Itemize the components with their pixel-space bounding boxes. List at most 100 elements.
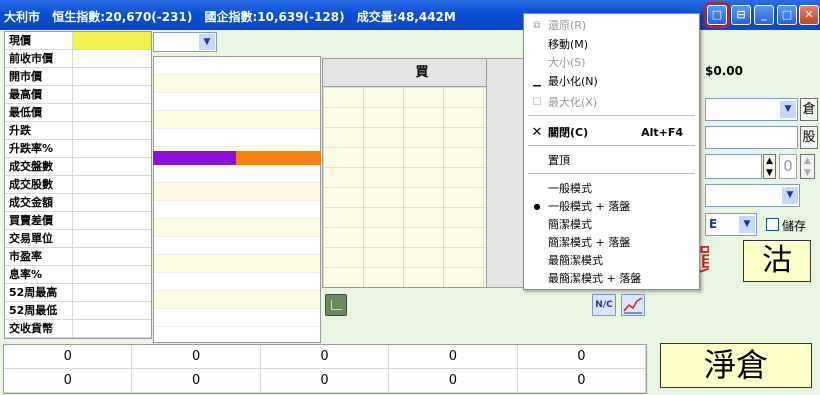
quote-value xyxy=(73,230,151,247)
menu-item-mode-simplest-book[interactable]: 最簡潔模式 + 落盤 xyxy=(524,270,699,288)
list-item xyxy=(154,255,320,273)
menu-item-mode-simple[interactable]: 簡潔模式 xyxy=(524,216,699,234)
menu-separator xyxy=(528,173,695,174)
quote-row: 52周最高 xyxy=(5,284,151,302)
chart-icon[interactable] xyxy=(325,294,347,316)
quote-label: 升跌率% xyxy=(5,140,73,157)
account-dropdown[interactable]: ▼ xyxy=(705,98,798,121)
stock-code-dropdown[interactable]: ▼ xyxy=(153,32,217,52)
nc-button[interactable]: N/C xyxy=(592,294,616,316)
quote-value xyxy=(73,212,151,229)
menu-item-label: 移動(M) xyxy=(548,38,589,51)
quote-value xyxy=(73,266,151,283)
chevron-down-icon[interactable]: ▼ xyxy=(739,216,755,233)
hscei-index: 國企指數:10,639(-128) xyxy=(204,10,345,24)
quote-value xyxy=(73,158,151,175)
app-title: 大利市 xyxy=(4,10,41,24)
quantity-spinner[interactable]: ▲ ▼ xyxy=(800,154,815,179)
mini-mode-button[interactable]: ⊟ xyxy=(731,5,751,25)
system-menu-button[interactable]: □ xyxy=(704,2,730,28)
save-label: 儲存 xyxy=(782,219,807,233)
quote-label: 最高價 xyxy=(5,86,73,103)
menu-item-label: 最小化(N) xyxy=(548,75,598,88)
menu-item-mode-simplest[interactable]: 最簡潔模式 xyxy=(524,252,699,270)
list-item xyxy=(154,165,320,183)
shares-button[interactable]: 股 xyxy=(800,126,818,149)
table-cell: 0 xyxy=(4,345,133,368)
market-turnover: 成交量:48,442M xyxy=(356,10,456,24)
quantity-field[interactable]: 0 xyxy=(779,154,797,179)
menu-item-close[interactable]: ✕ 關閉(C) Alt+F4 xyxy=(524,124,699,142)
menu-item-size[interactable]: 大小(S) xyxy=(524,54,699,72)
table-cell: 0 xyxy=(4,369,133,392)
warehouse-button[interactable]: 倉 xyxy=(800,98,818,121)
menu-item-mode-normal[interactable]: 一般模式 xyxy=(524,180,699,198)
ratio-bar-sell xyxy=(236,151,321,165)
order-type-dropdown[interactable]: ▼ xyxy=(705,184,800,207)
menu-item-mode-simple-book[interactable]: 簡潔模式 + 落盤 xyxy=(524,234,699,252)
quote-label: 52周最低 xyxy=(5,302,73,319)
quote-row: 交收貨幣 xyxy=(5,320,151,338)
quote-value xyxy=(73,140,151,157)
price-input[interactable] xyxy=(705,154,762,179)
menu-item-move[interactable]: 移動(M) xyxy=(524,36,699,54)
quote-panel: 現價 前收市價 開市價 最高價 最低價 升跌 升跌率% 成交盤數 成交股數 成交… xyxy=(4,31,152,339)
minimize-button[interactable]: _ xyxy=(754,5,774,25)
menu-item-label: 簡潔模式 xyxy=(548,218,592,231)
table-cell: 0 xyxy=(518,345,647,368)
quote-row: 52周最低 xyxy=(5,302,151,320)
menu-item-label: 一般模式 xyxy=(548,182,592,195)
list-item xyxy=(154,93,320,111)
list-item xyxy=(154,273,320,291)
quote-label: 息率% xyxy=(5,266,73,283)
quote-row: 成交金額 xyxy=(5,194,151,212)
maximize-button[interactable]: □ xyxy=(777,5,797,25)
chevron-down-icon[interactable]: ▼ xyxy=(782,187,798,204)
list-item xyxy=(154,129,320,147)
sell-button[interactable]: 沽 xyxy=(743,240,811,282)
menu-item-label: 一般模式 + 落盤 xyxy=(548,200,631,213)
table-cell: 0 xyxy=(518,369,647,392)
minimize-icon: ▁ xyxy=(533,76,541,87)
quote-value xyxy=(73,86,151,103)
sell-queue-header xyxy=(486,58,526,288)
menu-item-ontop[interactable]: 置頂 xyxy=(524,152,699,170)
menu-separator xyxy=(528,115,695,116)
quote-label: 交收貨幣 xyxy=(5,320,73,337)
list-item xyxy=(154,75,320,93)
quote-value xyxy=(73,284,151,301)
mode-dropdown[interactable]: E ▼ xyxy=(705,213,757,236)
menu-item-label: 最簡潔模式 + 落盤 xyxy=(548,272,642,285)
line-chart-icon[interactable] xyxy=(621,294,645,316)
quote-value xyxy=(73,122,151,139)
menu-item-minimize[interactable]: ▁ 最小化(N) xyxy=(524,73,699,91)
close-button[interactable]: ✕ xyxy=(799,5,819,25)
menu-item-mode-normal-book[interactable]: ● 一般模式 + 落盤 xyxy=(524,198,699,216)
shares-input[interactable] xyxy=(705,126,798,149)
net-position-button[interactable]: 淨倉 xyxy=(660,343,812,388)
menu-item-restore[interactable]: ⧉ 還原(R) xyxy=(524,17,699,35)
menu-item-maximize[interactable]: ☐ 最大化(X) xyxy=(524,94,699,112)
price-spinner[interactable]: ▲ ▼ xyxy=(763,154,776,179)
quote-label: 市盈率 xyxy=(5,248,73,265)
chevron-down-icon[interactable]: ▼ xyxy=(199,34,215,50)
menu-item-label: 關閉(C) xyxy=(548,126,589,139)
quote-label: 交易單位 xyxy=(5,230,73,247)
chevron-down-icon[interactable]: ▼ xyxy=(780,101,796,118)
buy-sell-ratio-bar xyxy=(153,151,321,165)
table-cell: 0 xyxy=(389,345,518,368)
table-cell: 0 xyxy=(132,369,261,392)
quote-label: 成交股數 xyxy=(5,176,73,193)
quote-value xyxy=(73,50,151,67)
table-cell: 0 xyxy=(132,345,261,368)
info-list xyxy=(153,56,321,343)
quote-row: 最低價 xyxy=(5,104,151,122)
system-context-menu: ⧉ 還原(R) 移動(M) 大小(S) ▁ 最小化(N) ☐ 最大化(X) ✕ 關閉(C… xyxy=(523,13,700,290)
save-checkbox[interactable] xyxy=(766,218,779,231)
list-item xyxy=(154,309,320,327)
list-item xyxy=(154,219,320,237)
list-item xyxy=(154,111,320,129)
summary-table: 0 0 0 0 0 0 0 0 0 0 xyxy=(3,344,647,394)
restore-icon: ⧉ xyxy=(533,20,541,31)
quote-label: 買賣差價 xyxy=(5,212,73,229)
